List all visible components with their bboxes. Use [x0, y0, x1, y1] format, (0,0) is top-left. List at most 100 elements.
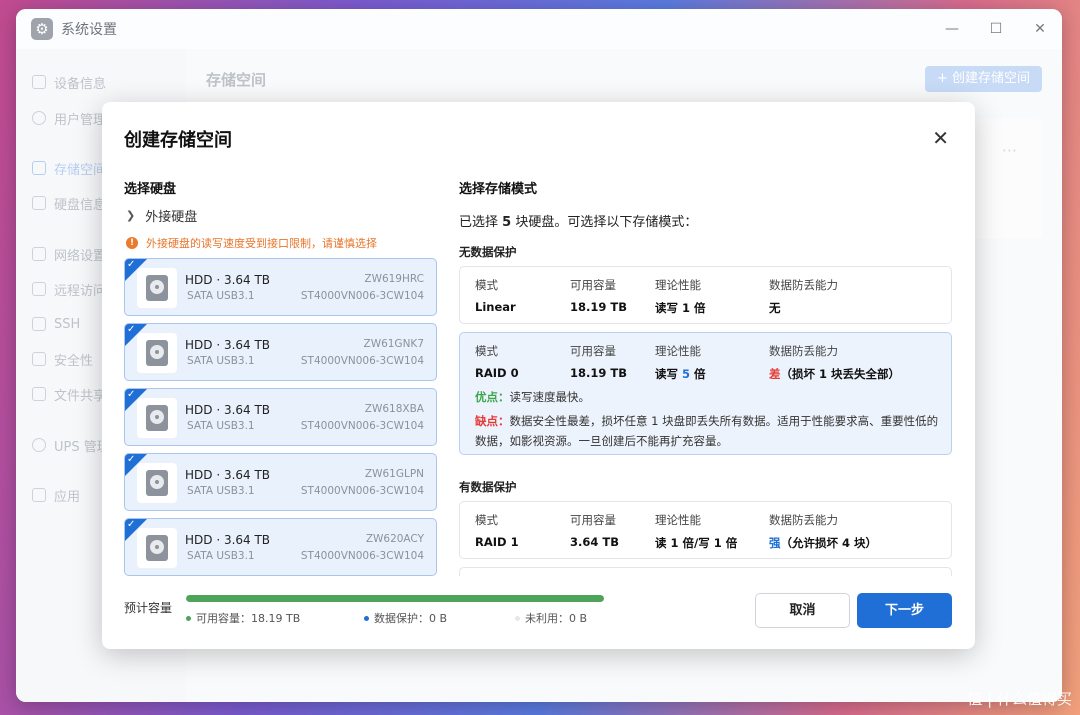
header-capacity: 可用容量 [570, 513, 616, 527]
mode-performance: 读写 1 倍 [655, 301, 706, 315]
hdd-icon [137, 268, 177, 308]
pros-tag: 优点： [475, 390, 510, 404]
header-protection: 数据防丢能力 [769, 278, 838, 292]
cancel-button[interactable]: 取消 [755, 593, 850, 628]
header-mode: 模式 [475, 513, 498, 527]
hdd-icon [137, 398, 177, 438]
cons-tag: 缺点： [475, 414, 510, 428]
perf-value: 5 [682, 367, 691, 381]
select-disks-title: 选择硬盘 [124, 182, 177, 197]
mode-card-raid1[interactable]: 模式 可用容量 理论性能 数据防丢能力 RAID 1 3.64 TB 读 1 倍… [459, 501, 952, 559]
protection-detail: （允许损坏 4 块） [780, 536, 878, 550]
disk-item[interactable]: ✓ HDD · 3.64 TB SATA USB3.1 ZW61GNK7 ST4… [124, 323, 437, 381]
legend-unused-text: 未利用：0 B [525, 612, 588, 625]
disk-name: HDD · 3.64 TB [185, 273, 271, 287]
disk-interface: SATA USB3.1 [187, 355, 255, 367]
selected-suffix: 块硬盘。可选择以下存储模式： [511, 215, 698, 230]
protection-level: 差 [769, 367, 781, 381]
selected-prefix: 已选择 [459, 215, 503, 230]
disk-model: ST4000VN006-3CW104 [300, 420, 424, 432]
selected-count: 5 [502, 215, 512, 230]
mode-card-linear[interactable]: 模式 可用容量 理论性能 数据防丢能力 Linear 18.19 TB 读写 1… [459, 266, 952, 324]
unused-dot [515, 615, 520, 621]
mode-pros: 优点：读写速度最快。 [475, 389, 590, 405]
selected-disks-info: 已选择 5 块硬盘。可选择以下存储模式： [459, 211, 697, 230]
with-protection-label: 有数据保护 [459, 480, 517, 494]
disk-interface: SATA USB3.1 [187, 290, 255, 302]
disk-model: ST4000VN006-3CW104 [300, 290, 424, 302]
check-icon: ✓ [127, 519, 136, 530]
disk-interface: SATA USB3.1 [187, 420, 255, 432]
watermark-logo: 值 | 什么值得买 [967, 690, 1072, 708]
disk-item[interactable]: ✓ HDD · 3.64 TB SATA USB3.1 ZW620ACY ST4… [124, 518, 437, 576]
disk-item[interactable]: ✓ HDD · 3.64 TB SATA USB3.1 ZW618XBA ST4… [124, 388, 437, 446]
header-protection: 数据防丢能力 [769, 344, 838, 358]
warning-icon: ! [126, 237, 138, 249]
disk-model: ST4000VN006-3CW104 [300, 485, 424, 497]
protection-detail: （损坏 1 块丢失全部） [780, 367, 901, 381]
warning-text: 外接硬盘的读写速度受到接口限制，请谨慎选择 [146, 237, 377, 250]
external-disks-group-toggle[interactable]: ❯ 外接硬盘 [126, 206, 197, 225]
header-mode: 模式 [475, 344, 498, 358]
mode-capacity: 18.19 TB [570, 300, 627, 314]
chevron-down-icon: ❯ [126, 209, 136, 222]
cons-text: 数据安全性最差，损坏任意 1 块盘即丢失所有数据。适用于性能要求高、重要性低的数… [475, 414, 939, 448]
disk-name: HDD · 3.64 TB [185, 338, 271, 352]
external-disk-warning: ! 外接硬盘的读写速度受到接口限制，请谨慎选择 [126, 235, 377, 251]
no-protection-label: 无数据保护 [459, 245, 517, 259]
legend-available: 可用容量：18.19 TB [186, 610, 300, 626]
header-capacity: 可用容量 [570, 344, 616, 358]
mode-performance: 读 1 倍/写 1 倍 [655, 536, 738, 550]
available-dot [186, 615, 191, 621]
header-performance: 理论性能 [655, 513, 701, 527]
header-protection: 数据防丢能力 [769, 513, 838, 527]
modes-list: 模式 可用容量 理论性能 数据防丢能力 Linear 18.19 TB 读写 1… [459, 266, 953, 576]
hdd-icon [137, 463, 177, 503]
disk-name: HDD · 3.64 TB [185, 403, 271, 417]
disk-model: ST4000VN006-3CW104 [300, 550, 424, 562]
check-icon: ✓ [127, 324, 136, 335]
mode-name: RAID 0 [475, 366, 519, 380]
disk-serial: ZW620ACY [365, 533, 424, 545]
capacity-progress-fill [186, 595, 604, 602]
disk-serial: ZW618XBA [364, 403, 424, 415]
header-performance: 理论性能 [655, 344, 701, 358]
check-icon: ✓ [127, 454, 136, 465]
pros-text: 读写速度最快。 [509, 390, 591, 404]
check-icon: ✓ [127, 259, 136, 270]
select-mode-title: 选择存储模式 [459, 182, 538, 197]
disk-serial: ZW61GNK7 [363, 338, 425, 350]
disk-interface: SATA USB3.1 [187, 485, 255, 497]
mode-card-partial[interactable] [459, 567, 952, 576]
header-mode: 模式 [475, 278, 498, 292]
close-icon[interactable]: ✕ [932, 126, 949, 150]
perf-prefix: 读写 [655, 367, 683, 381]
legend-unused: 未利用：0 B [515, 610, 587, 626]
disk-item[interactable]: ✓ HDD · 3.64 TB SATA USB3.1 ZW619HRC ST4… [124, 258, 437, 316]
hdd-icon [137, 528, 177, 568]
protection-dot [364, 615, 369, 621]
header-capacity: 可用容量 [570, 278, 616, 292]
estimated-capacity-label: 预计容量 [124, 601, 173, 615]
disk-item[interactable]: ✓ HDD · 3.64 TB SATA USB3.1 ZW61GLPN ST4… [124, 453, 437, 511]
mode-performance: 读写 5 倍 [655, 366, 706, 382]
disk-name: HDD · 3.64 TB [185, 533, 271, 547]
mode-protection: 强（允许损坏 4 块） [769, 535, 877, 551]
mode-card-raid0[interactable]: 模式 可用容量 理论性能 数据防丢能力 RAID 0 18.19 TB 读写 5… [459, 332, 952, 455]
mode-capacity: 3.64 TB [570, 535, 619, 549]
disk-interface: SATA USB3.1 [187, 550, 255, 562]
mode-cons: 缺点：数据安全性最差，损坏任意 1 块盘即丢失所有数据。适用于性能要求高、重要性… [475, 411, 940, 451]
header-performance: 理论性能 [655, 278, 701, 292]
legend-protection: 数据保护：0 B [364, 610, 447, 626]
group-label: 外接硬盘 [145, 210, 198, 225]
mode-protection: 差（损坏 1 块丢失全部） [769, 366, 900, 382]
create-storage-dialog: 创建存储空间 ✕ 选择硬盘 ❯ 外接硬盘 ! 外接硬盘的读写速度受到接口限制，请… [102, 102, 975, 649]
next-button[interactable]: 下一步 [857, 593, 952, 628]
disk-list: ✓ HDD · 3.64 TB SATA USB3.1 ZW619HRC ST4… [124, 258, 437, 578]
protection-level: 强 [769, 536, 781, 550]
legend-protection-text: 数据保护：0 B [374, 612, 448, 625]
dialog-title: 创建存储空间 [124, 130, 232, 151]
hdd-icon [137, 333, 177, 373]
check-icon: ✓ [127, 389, 136, 400]
mode-name: Linear [475, 300, 516, 314]
